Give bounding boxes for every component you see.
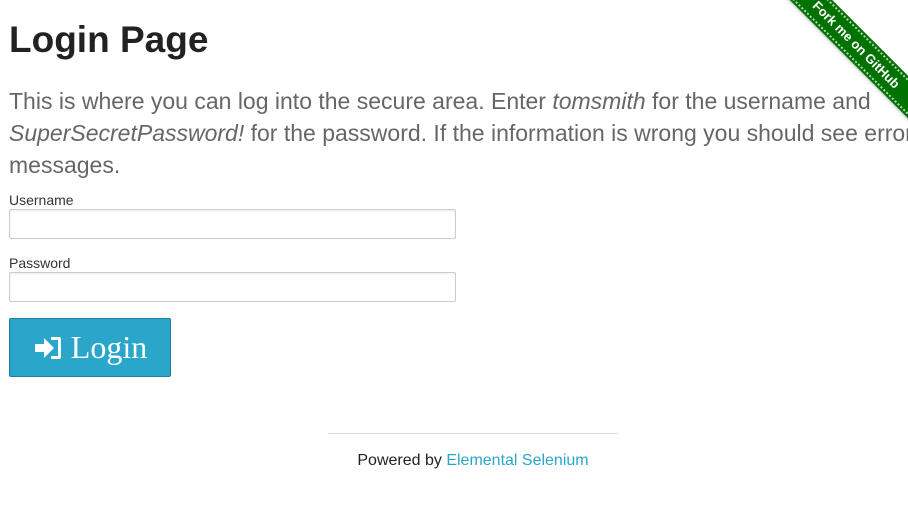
password-label: Password (9, 255, 71, 271)
footer-divider (328, 433, 618, 434)
sign-in-icon (33, 335, 63, 361)
username-label: Username (9, 192, 74, 208)
username-input[interactable] (9, 209, 456, 239)
elemental-selenium-link[interactable]: Elemental Selenium (446, 452, 588, 469)
login-page: Login Page This is where you can log int… (0, 0, 908, 526)
password-input[interactable] (9, 272, 456, 302)
login-button[interactable]: Login (9, 318, 171, 377)
powered-by-text: Powered by (357, 452, 447, 469)
password-hint: SuperSecretPassword! (9, 120, 245, 146)
username-hint: tomsmith (552, 88, 646, 114)
login-button-label: Login (70, 329, 148, 365)
footer: Powered by Elemental Selenium (0, 451, 908, 471)
fork-ribbon-container: Fork me on GitHub (758, 0, 908, 150)
intro-text-1: This is where you can log into the secur… (9, 88, 553, 114)
fork-me-ribbon[interactable]: Fork me on GitHub (776, 0, 908, 125)
page-title: Login Page (9, 19, 209, 60)
